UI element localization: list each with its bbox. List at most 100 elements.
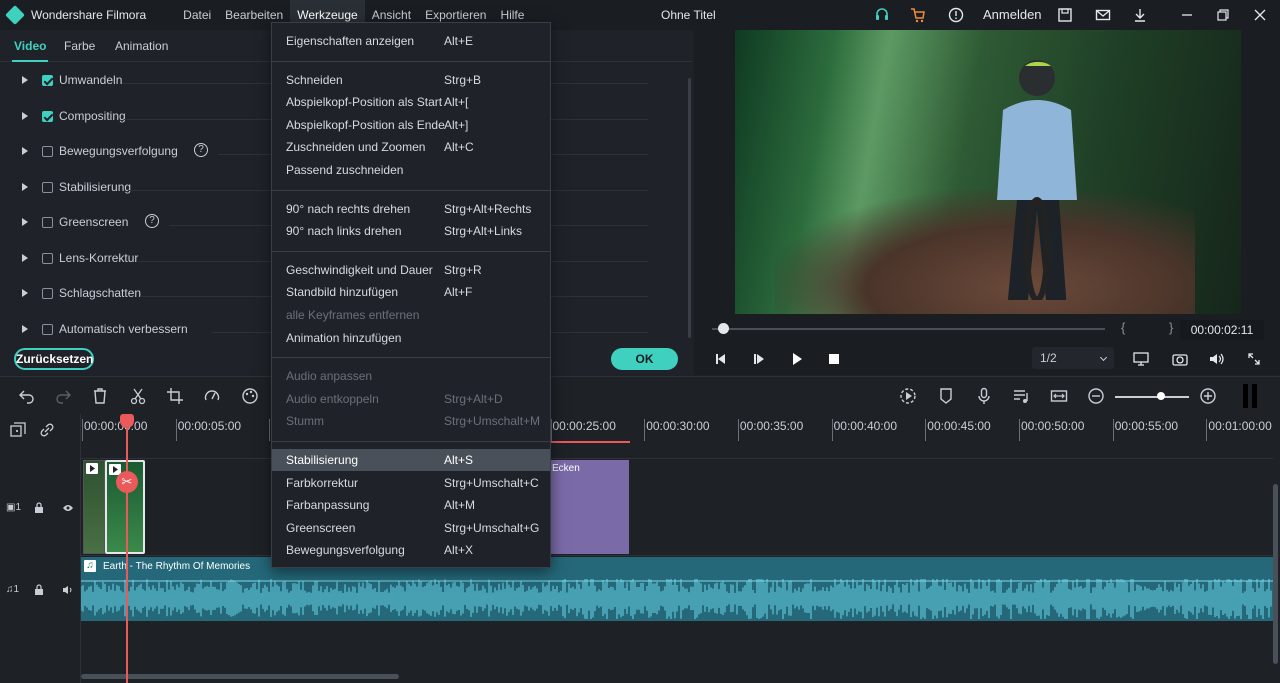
audio-lock-icon[interactable] (34, 584, 44, 598)
step-forward-icon[interactable] (752, 352, 766, 366)
undo-icon[interactable] (18, 387, 36, 405)
login-link[interactable]: Anmelden (983, 0, 1042, 30)
timeline-ruler[interactable]: 00:00:00:0000:00:05:0000:00:10:0000:00:1… (81, 414, 1280, 444)
expand-arrow-icon[interactable] (22, 289, 28, 297)
tab-animation[interactable]: Animation (115, 39, 168, 53)
preview-seek-knob[interactable] (717, 323, 729, 334)
help-icon[interactable]: ? (145, 214, 159, 228)
menu-item[interactable]: Eigenschaften anzeigen Alt+E (272, 30, 550, 52)
fullscreen-icon[interactable] (1247, 352, 1261, 366)
expand-arrow-icon[interactable] (22, 147, 28, 155)
audio-volume-icon[interactable] (62, 584, 74, 598)
expand-arrow-icon[interactable] (22, 254, 28, 262)
property-checkbox[interactable] (42, 182, 53, 193)
menu-item[interactable]: Passend zuschneiden (272, 159, 550, 181)
volume-icon[interactable] (1209, 352, 1224, 366)
menu-item[interactable]: Greenscreen Strg+Umschalt+G (272, 517, 550, 539)
audio-clip[interactable]: ♫ Earth - The Rhythm Of Memories (81, 557, 1273, 621)
play-icon[interactable] (790, 352, 804, 366)
tab-video[interactable]: Video (14, 39, 46, 53)
scissors-icon[interactable]: ✂ (116, 471, 138, 493)
menu-item[interactable]: Farbkorrektur Strg+Umschalt+C (272, 472, 550, 494)
playhead-handle[interactable] (120, 414, 134, 428)
expand-arrow-icon[interactable] (22, 76, 28, 84)
link-icon[interactable] (39, 422, 55, 441)
stop-icon[interactable] (827, 352, 841, 366)
cart-icon[interactable] (910, 7, 926, 23)
menu-item[interactable]: Farbanpassung Alt+M (272, 494, 550, 516)
crop-icon[interactable] (166, 387, 184, 405)
panel-scrollbar[interactable] (688, 78, 691, 338)
menu-item[interactable]: 90° nach links drehen Strg+Alt+Links (272, 220, 550, 242)
timeline-vertical-scrollbar[interactable] (1273, 484, 1278, 664)
mail-icon[interactable] (1095, 7, 1111, 23)
menu-separator (272, 357, 550, 359)
split-icon[interactable] (129, 387, 147, 405)
menu-item[interactable]: Bewegungsverfolgung Alt+X (272, 539, 550, 561)
property-checkbox[interactable] (42, 75, 53, 86)
ruler-label: 00:00:35:00 (739, 419, 804, 433)
preview-quality-select[interactable]: 1/2 (1032, 347, 1114, 369)
menu-item[interactable]: Zuschneiden und Zoomen Alt+C (272, 136, 550, 158)
detach-icon[interactable] (1050, 387, 1068, 405)
property-checkbox[interactable] (42, 288, 53, 299)
expand-arrow-icon[interactable] (22, 112, 28, 120)
menu-item-label: Audio entkoppeln (286, 391, 379, 406)
property-checkbox[interactable] (42, 324, 53, 335)
expand-arrow-icon[interactable] (22, 325, 28, 333)
speed-icon[interactable] (203, 387, 221, 405)
redo-icon[interactable] (54, 387, 72, 405)
minimize-icon[interactable] (1179, 7, 1195, 23)
playhead-line[interactable] (126, 415, 128, 683)
menu-item[interactable]: 90° nach rechts drehen Strg+Alt+Rechts (272, 198, 550, 220)
zoom-in-icon[interactable] (1199, 387, 1217, 405)
render-icon[interactable] (899, 387, 917, 405)
headset-icon[interactable] (874, 7, 890, 23)
close-icon[interactable] (1252, 7, 1268, 23)
property-checkbox[interactable] (42, 146, 53, 157)
reset-button[interactable]: Zurücksetzen (14, 348, 94, 370)
save-icon[interactable] (1057, 7, 1073, 23)
add-track-icon[interactable] (10, 422, 26, 441)
download-icon[interactable] (1132, 7, 1148, 23)
menu-item[interactable]: Standbild hinzufügen Alt+F (272, 281, 550, 303)
menu-item[interactable]: Abspielkopf-Position als Ende Alt+] (272, 114, 550, 136)
timeline-horizontal-scrollbar[interactable] (81, 674, 399, 679)
zoom-slider-knob[interactable] (1157, 392, 1165, 400)
color-palette-icon[interactable] (241, 387, 259, 405)
audio-track-label: ♫1 (6, 584, 20, 595)
zoom-out-icon[interactable] (1087, 387, 1105, 405)
menu-datei[interactable]: Datei (176, 0, 218, 30)
delete-icon[interactable] (91, 387, 109, 405)
info-icon[interactable] (948, 7, 964, 23)
snapshot-icon[interactable] (1172, 352, 1188, 366)
expand-arrow-icon[interactable] (22, 183, 28, 191)
menu-item[interactable]: Abspielkopf-Position als Start Alt+[ (272, 91, 550, 113)
menu-item[interactable]: Animation hinzufügen (272, 327, 550, 349)
property-checkbox[interactable] (42, 111, 53, 122)
lock-icon[interactable] (34, 502, 44, 516)
eye-icon[interactable] (62, 502, 74, 516)
property-checkbox[interactable] (42, 217, 53, 228)
display-icon[interactable] (1133, 352, 1149, 366)
voiceover-list-icon[interactable] (1012, 387, 1030, 405)
menu-item[interactable]: Stabilisierung Alt+S (272, 449, 550, 471)
ok-button[interactable]: OK (611, 348, 678, 370)
menu-item[interactable]: Geschwindigkeit und Dauer Strg+R (272, 259, 550, 281)
preview-seekbar[interactable] (712, 328, 1105, 330)
expand-arrow-icon[interactable] (22, 218, 28, 226)
property-checkbox[interactable] (42, 253, 53, 264)
marker-icon[interactable] (937, 387, 955, 405)
preview-video-frame (735, 30, 1241, 314)
menu-item[interactable]: Schneiden Strg+B (272, 69, 550, 91)
help-icon[interactable]: ? (194, 143, 208, 157)
ruler-tick (644, 419, 646, 441)
restore-icon[interactable] (1215, 7, 1231, 23)
zoom-slider-track[interactable] (1115, 396, 1189, 398)
effect-clip[interactable]: Ecken (550, 460, 629, 554)
microphone-icon[interactable] (975, 387, 993, 405)
tab-farbe[interactable]: Farbe (64, 39, 95, 53)
ruler-tick (1112, 419, 1114, 441)
video-clip[interactable] (83, 460, 105, 554)
step-back-icon[interactable] (714, 352, 728, 366)
